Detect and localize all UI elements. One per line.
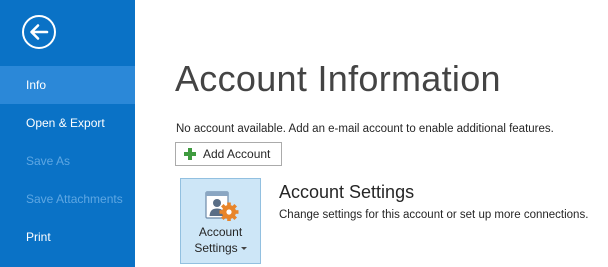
- account-settings-description: Change settings for this account or set …: [279, 209, 589, 221]
- account-settings-label-line1: Account: [198, 225, 243, 239]
- sidebar-item-label: Save As: [26, 154, 71, 168]
- chevron-down-icon: [240, 247, 247, 251]
- plus-icon: [184, 148, 196, 160]
- account-settings-label-line2: Settings: [194, 241, 238, 255]
- account-settings-button-label: Account Settings: [181, 224, 260, 256]
- sidebar-item-label: Save Attachments: [26, 192, 123, 206]
- add-account-button[interactable]: Add Account: [175, 142, 282, 166]
- account-settings-heading: Account Settings: [279, 182, 415, 202]
- sidebar-item-save-as: Save As: [0, 142, 135, 180]
- sidebar-item-print[interactable]: Print: [0, 218, 135, 256]
- sidebar-item-label: Info: [26, 78, 47, 92]
- sidebar-item-open-export[interactable]: Open & Export: [0, 104, 135, 142]
- sidebar-item-save-attachments: Save Attachments: [0, 180, 135, 218]
- sidebar: Info Open & Export Save As Save Attachme…: [0, 0, 135, 267]
- account-settings-icon: [205, 191, 239, 221]
- sidebar-item-label: Open & Export: [26, 116, 105, 130]
- outlook-backstage: Info Open & Export Save As Save Attachme…: [0, 0, 608, 267]
- back-arrow-icon: [22, 15, 56, 49]
- page-title: Account Information: [175, 58, 501, 99]
- back-button[interactable]: [21, 14, 57, 50]
- sidebar-item-info[interactable]: Info: [0, 66, 135, 104]
- info-message: No account available. Add an e-mail acco…: [176, 123, 554, 135]
- account-settings-button[interactable]: Account Settings: [180, 178, 261, 264]
- add-account-label: Add Account: [203, 147, 271, 161]
- sidebar-item-label: Print: [26, 230, 51, 244]
